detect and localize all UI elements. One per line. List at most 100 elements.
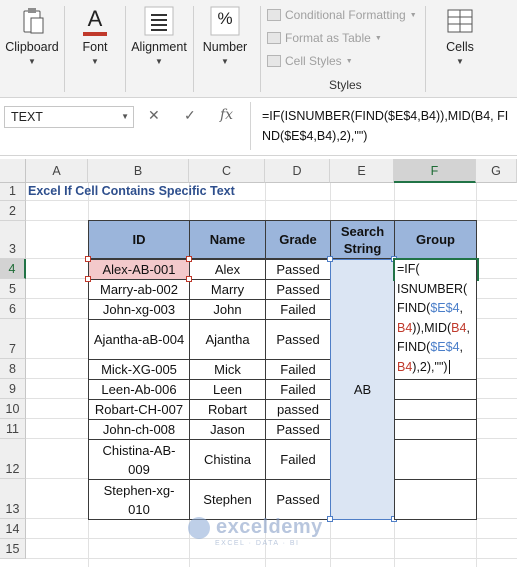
font-button[interactable]: A Font ▼ xyxy=(65,4,125,66)
selection-handle[interactable] xyxy=(85,256,91,262)
group-cell[interactable] xyxy=(394,439,477,480)
divider xyxy=(193,6,194,92)
chevron-down-icon: ▼ xyxy=(409,11,417,19)
cell-name[interactable]: Stephen xyxy=(189,479,266,520)
ribbon: Clipboard ▼ A Font ▼ Alignment ▼ % Numbe… xyxy=(0,0,517,98)
watermark-tagline: EXCEL · DATA · BI xyxy=(215,540,300,547)
sheet-title[interactable]: Excel If Cell Contains Specific Text xyxy=(28,184,235,198)
cell-name[interactable]: Jason xyxy=(189,419,266,440)
row-header[interactable]: 1 xyxy=(0,183,26,201)
format-as-table-button[interactable]: Format as Table ▼ xyxy=(267,31,382,45)
cell-grade[interactable]: Passed xyxy=(265,319,331,360)
font-label: Font xyxy=(82,40,108,54)
cell-name[interactable]: John xyxy=(189,299,266,320)
header-id[interactable]: ID xyxy=(88,220,190,259)
group-cell[interactable] xyxy=(394,379,477,400)
cell-id[interactable]: Mick-XG-005 xyxy=(88,359,190,380)
selection-handle[interactable] xyxy=(327,516,333,522)
row-header[interactable]: 4 xyxy=(0,259,26,279)
enter-icon[interactable]: ✓ xyxy=(184,107,196,124)
row-header[interactable]: 11 xyxy=(0,419,26,439)
cell-id[interactable]: Marry-ab-002 xyxy=(88,279,190,300)
row-header[interactable]: 14 xyxy=(0,519,26,539)
chevron-down-icon: ▼ xyxy=(221,57,229,66)
selection-handle[interactable] xyxy=(85,276,91,282)
group-cell[interactable] xyxy=(394,399,477,420)
conditional-formatting-button[interactable]: Conditional Formatting ▼ xyxy=(267,8,417,22)
row-header[interactable]: 10 xyxy=(0,399,26,419)
alignment-button[interactable]: Alignment ▼ xyxy=(128,4,190,66)
chevron-down-icon: ▼ xyxy=(374,34,382,42)
align-icon xyxy=(144,6,174,36)
name-box[interactable]: TEXT ▼ xyxy=(4,106,134,128)
exceldemy-logo-icon xyxy=(188,516,210,539)
cell-grade[interactable]: Passed xyxy=(265,259,331,280)
row-header[interactable]: 8 xyxy=(0,359,26,379)
selection-handle[interactable] xyxy=(327,256,333,262)
header-grade[interactable]: Grade xyxy=(265,220,331,259)
chevron-down-icon: ▼ xyxy=(155,57,163,66)
chevron-down-icon: ▼ xyxy=(345,57,353,65)
group-cell[interactable] xyxy=(394,419,477,440)
cell-name[interactable]: Marry xyxy=(189,279,266,300)
search-string-cell[interactable]: AB xyxy=(330,259,395,520)
cell-id[interactable]: Ajantha-aB-004 xyxy=(88,319,190,360)
insert-function-icon[interactable]: fx xyxy=(220,107,233,123)
cell-name[interactable]: Leen xyxy=(189,379,266,400)
row-header[interactable]: 12 xyxy=(0,439,26,479)
column-header-g[interactable]: G xyxy=(476,159,517,183)
column-header-e[interactable]: E xyxy=(330,159,394,183)
cell-grade[interactable]: Failed xyxy=(265,299,331,320)
cell-grade[interactable]: Passed xyxy=(265,279,331,300)
cells-button[interactable]: Cells ▼ xyxy=(430,4,490,66)
number-button[interactable]: % Number ▼ xyxy=(195,4,255,66)
row-header[interactable]: 6 xyxy=(0,299,26,319)
column-header-d[interactable]: D xyxy=(265,159,330,183)
column-header-b[interactable]: B xyxy=(88,159,189,183)
chevron-down-icon: ▼ xyxy=(28,57,36,66)
cell-id[interactable]: Robart-CH-007 xyxy=(88,399,190,420)
cell-name[interactable]: Chistina xyxy=(189,439,266,480)
cell-name[interactable]: Robart xyxy=(189,399,266,420)
cell-name[interactable]: Alex xyxy=(189,259,266,280)
cell-styles-button[interactable]: Cell Styles ▼ xyxy=(267,54,353,68)
header-group[interactable]: Group xyxy=(394,220,477,259)
number-label: Number xyxy=(202,40,248,54)
cell-id[interactable]: John-xg-003 xyxy=(88,299,190,320)
cell-grade[interactable]: passed xyxy=(265,399,331,420)
header-search-string[interactable]: Search String xyxy=(330,220,395,259)
cell-id[interactable]: Alex-AB-001 xyxy=(88,259,190,280)
cell-id[interactable]: Chistina-AB-009 xyxy=(88,439,190,480)
cell-grade[interactable]: Failed xyxy=(265,439,331,480)
column-header-f[interactable]: F xyxy=(394,159,476,183)
selection-handle[interactable] xyxy=(186,276,192,282)
group-cell[interactable] xyxy=(394,479,477,520)
column-header-c[interactable]: C xyxy=(189,159,265,183)
cell-name[interactable]: Ajantha xyxy=(189,319,266,360)
row-header[interactable]: 13 xyxy=(0,479,26,519)
cell-grade[interactable]: Passed xyxy=(265,479,331,520)
row-header[interactable]: 9 xyxy=(0,379,26,399)
chevron-down-icon[interactable]: ▼ xyxy=(121,112,129,121)
row-header[interactable]: 5 xyxy=(0,279,26,299)
cell-id[interactable]: John-ch-008 xyxy=(88,419,190,440)
row-header[interactable]: 2 xyxy=(0,201,26,221)
row-header[interactable]: 15 xyxy=(0,539,26,559)
row-header[interactable]: 3 xyxy=(0,221,26,259)
selection-handle[interactable] xyxy=(186,256,192,262)
cell-grade[interactable]: Failed xyxy=(265,359,331,380)
styles-group-label: Styles xyxy=(329,78,362,92)
cell-grade[interactable]: Passed xyxy=(265,419,331,440)
cell-grade[interactable]: Failed xyxy=(265,379,331,400)
cell-id[interactable]: Stephen-xg-010 xyxy=(88,479,190,520)
conditional-formatting-icon xyxy=(267,9,281,21)
row-header[interactable]: 7 xyxy=(0,319,26,359)
formula-input[interactable]: =IF(ISNUMBER(FIND($E$4,B4)),MID(B4, FIND… xyxy=(262,106,512,146)
select-all-corner[interactable] xyxy=(0,159,26,183)
clipboard-button[interactable]: Clipboard ▼ xyxy=(2,4,62,66)
cell-name[interactable]: Mick xyxy=(189,359,266,380)
header-name[interactable]: Name xyxy=(189,220,266,259)
column-header-a[interactable]: A xyxy=(26,159,88,183)
cancel-icon[interactable]: ✕ xyxy=(148,107,160,124)
cell-id[interactable]: Leen-Ab-006 xyxy=(88,379,190,400)
